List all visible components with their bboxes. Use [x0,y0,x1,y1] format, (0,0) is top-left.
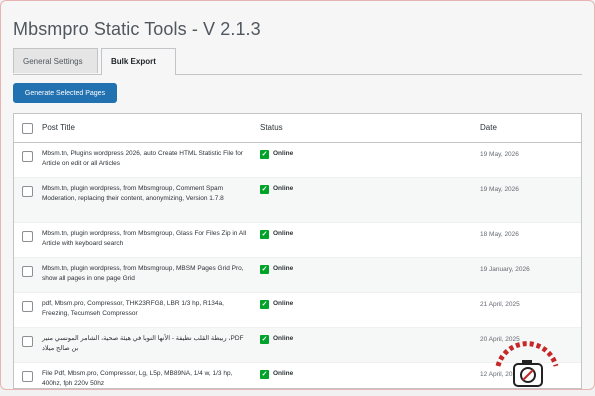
table-header: Post Title Status Date [14,114,581,143]
status-label: Online [273,370,294,377]
status-badge: ✓ Online [260,370,293,379]
status-label: Online [273,335,294,342]
column-header-title[interactable]: Post Title [42,114,75,142]
check-icon: ✓ [260,370,269,379]
post-date: 18 May, 2026 [480,231,519,238]
check-icon: ✓ [260,185,269,194]
camera-watermark-logo [495,341,559,387]
row-checkbox[interactable] [22,231,33,242]
status-badge: ✓ Online [260,185,293,194]
table-row: pdf, Mbsm.pro, Compressor, THK23RFG8, LB… [14,293,581,328]
status-badge: ✓ Online [260,335,293,344]
status-label: Online [273,230,294,237]
generate-selected-pages-button[interactable]: Generate Selected Pages [13,83,117,103]
status-badge: ✓ Online [260,300,293,309]
app-window: Mbsmpro Static Tools - V 2.1.3 General S… [0,0,595,390]
status-label: Online [273,150,294,157]
table-row: Mbsm.tn, plugin wordpress, from Mbsmgrou… [14,223,581,258]
post-title[interactable]: Mbsm.tn, plugin wordpress, from Mbsmgrou… [42,184,252,204]
select-all-checkbox[interactable] [22,123,33,134]
column-header-status[interactable]: Status [260,114,283,142]
column-header-date[interactable]: Date [480,114,497,142]
row-checkbox[interactable] [22,336,33,347]
post-date: 21 April, 2025 [480,301,520,308]
status-label: Online [273,300,294,307]
post-date: 19 May, 2026 [480,186,519,193]
post-title[interactable]: Mbsm.tn, plugin wordpress, from Mbsmgrou… [42,229,252,249]
check-icon: ✓ [260,335,269,344]
row-checkbox[interactable] [22,186,33,197]
post-date: 19 January, 2026 [480,266,530,273]
post-title[interactable]: Mbsm.tn, Plugins wordpress 2026, auto Cr… [42,149,252,169]
tab-bulk-export[interactable]: Bulk Export [101,48,176,75]
tab-bar: General Settings Bulk Export [13,48,582,75]
row-checkbox[interactable] [22,151,33,162]
table-row: Mbsm.tn, Plugins wordpress 2026, auto Cr… [14,143,581,178]
post-title[interactable]: Mbsm.tn, plugin wordpress, from Mbsmgrou… [42,264,252,284]
row-checkbox[interactable] [22,266,33,277]
status-label: Online [273,265,294,272]
check-icon: ✓ [260,300,269,309]
status-label: Online [273,185,294,192]
row-checkbox[interactable] [22,371,33,382]
table-row: Mbsm.tn, plugin wordpress, from Mbsmgrou… [14,178,581,223]
tab-general-settings[interactable]: General Settings [13,48,98,73]
post-title[interactable]: pdf, Mbsm.pro, Compressor, THK23RFG8, LB… [42,299,252,319]
check-icon: ✓ [260,265,269,274]
status-badge: ✓ Online [260,265,293,274]
post-title[interactable]: PDF، ربيطة القلب نظيفة - الأنها النوبا ف… [42,334,252,354]
status-badge: ✓ Online [260,150,293,159]
check-icon: ✓ [260,230,269,239]
post-title[interactable]: File Pdf, Mbsm.pro, Compressor, Lg, L5p,… [42,369,252,388]
post-date: 19 May, 2026 [480,151,519,158]
table-row: Mbsm.tn, plugin wordpress, from Mbsmgrou… [14,258,581,293]
check-icon: ✓ [260,150,269,159]
status-badge: ✓ Online [260,230,293,239]
page-title: Mbsmpro Static Tools - V 2.1.3 [13,19,261,39]
row-checkbox[interactable] [22,301,33,312]
